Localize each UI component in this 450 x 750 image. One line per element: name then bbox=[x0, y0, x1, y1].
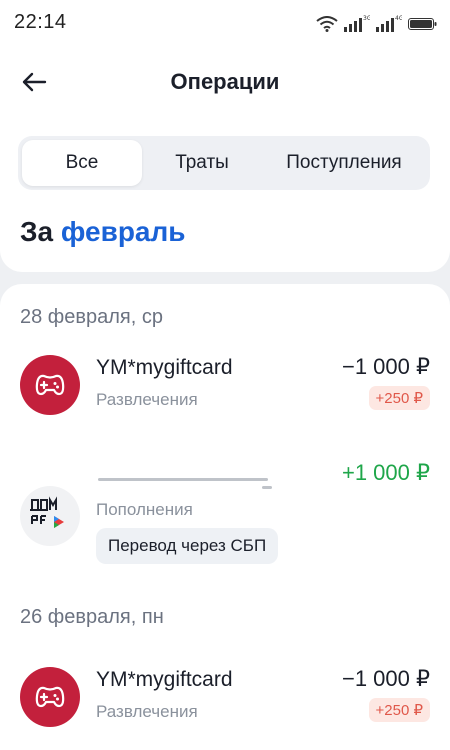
transactions-list: 28 февраля, ср YM*mygiftcard Развлечения… bbox=[0, 284, 450, 750]
transaction-row[interactable]: +1 000 ₽ Пополнения Перевод через СБП bbox=[0, 456, 450, 566]
tab-all[interactable]: Все bbox=[22, 140, 142, 186]
transaction-avatar bbox=[20, 667, 80, 727]
cashback-badge: +250 ₽ bbox=[368, 698, 430, 722]
top-card: Операции Все Траты Поступления За феврал… bbox=[0, 44, 450, 272]
transaction-name: YM*mygiftcard bbox=[96, 356, 233, 379]
page-title: Операции bbox=[170, 69, 280, 94]
status-time: 22:14 bbox=[14, 10, 67, 33]
transaction-amount: −1 000 ₽ bbox=[341, 666, 430, 691]
network-type-2: 4G bbox=[395, 15, 402, 22]
transaction-avatar bbox=[20, 355, 80, 415]
tab-income[interactable]: Поступления bbox=[262, 140, 426, 186]
battery-icon bbox=[408, 18, 437, 30]
arrow-left-icon bbox=[22, 72, 47, 92]
transaction-category: Пополнения bbox=[96, 500, 193, 519]
cashback-badge: +250 ₽ bbox=[368, 386, 430, 410]
transfer-tag: Перевод через СБП bbox=[96, 528, 279, 564]
header: Операции bbox=[0, 44, 450, 120]
transaction-name: YM*mygiftcard bbox=[96, 668, 233, 691]
period-month-selector[interactable]: февраль bbox=[61, 216, 186, 247]
redacted-mark bbox=[262, 486, 272, 489]
status-icons: 3G 4G bbox=[316, 12, 438, 32]
redacted-name bbox=[98, 478, 268, 481]
tab-expenses[interactable]: Траты bbox=[142, 140, 262, 186]
back-button[interactable] bbox=[18, 66, 50, 98]
transaction-row[interactable]: YM*mygiftcard Развлечения −1 000 ₽ +250 … bbox=[0, 664, 450, 734]
transaction-row[interactable]: YM*mygiftcard Развлечения −1 000 ₽ +250 … bbox=[0, 352, 450, 422]
dom-rf-logo bbox=[30, 496, 64, 528]
signal-icon: 4G bbox=[376, 15, 402, 32]
status-bar: 22:14 3G 4G bbox=[0, 0, 450, 44]
date-header: 28 февраля, ср bbox=[20, 306, 163, 328]
transaction-amount: −1 000 ₽ bbox=[341, 354, 430, 379]
transaction-amount: +1 000 ₽ bbox=[341, 460, 430, 485]
date-header: 26 февраля, пн bbox=[20, 606, 164, 628]
transaction-category: Развлечения bbox=[96, 390, 198, 409]
gamepad-icon bbox=[35, 374, 65, 396]
wifi-icon bbox=[316, 16, 338, 32]
period-prefix: За bbox=[20, 216, 54, 247]
transaction-avatar bbox=[20, 486, 80, 546]
signal-icon: 3G bbox=[344, 15, 370, 32]
network-type-1: 3G bbox=[363, 15, 370, 22]
gamepad-icon bbox=[35, 686, 65, 708]
period-title: За февраль bbox=[20, 216, 186, 248]
transaction-category: Развлечения bbox=[96, 702, 198, 721]
filter-tabs: Все Траты Поступления bbox=[18, 136, 430, 190]
